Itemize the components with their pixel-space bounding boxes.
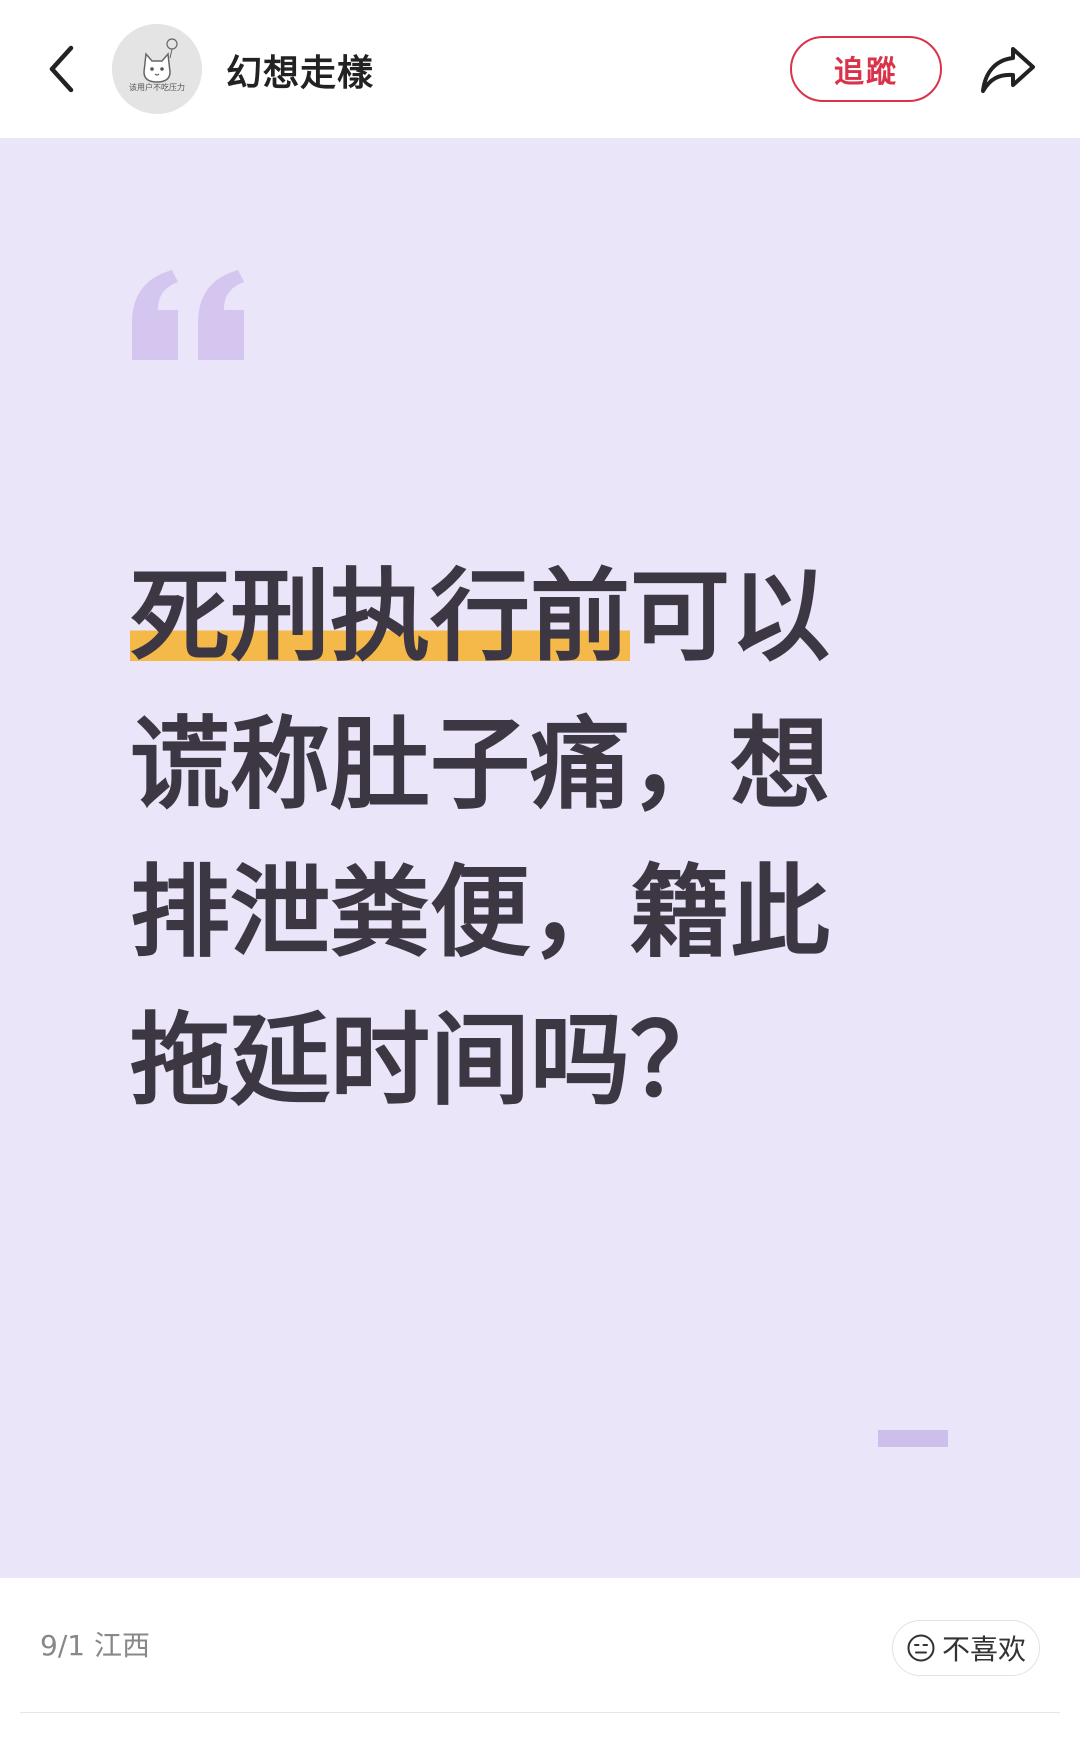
post-date-location: 9/1 江西 <box>40 1629 150 1662</box>
share-button[interactable] <box>976 38 1040 102</box>
headline-line-3: 排泄粪便，籍此 <box>130 854 830 971</box>
headline-highlight: 死刑执行前 <box>130 558 630 675</box>
avatar[interactable]: 该用户不吃压力 <box>112 24 202 114</box>
headline-line-4: 拖延时间吗？ <box>130 1002 730 1119</box>
share-arrow-icon <box>981 47 1035 93</box>
avatar-caption: 该用户不吃压力 <box>129 83 185 92</box>
divider <box>20 1712 1060 1713</box>
dislike-button[interactable]: 不喜欢 <box>892 1620 1040 1676</box>
follow-button[interactable]: 追蹤 <box>790 36 942 102</box>
decorative-bar <box>878 1430 948 1447</box>
headline-line-1: 死刑执行前可以 <box>130 543 930 691</box>
cat-illustration-icon <box>112 24 202 114</box>
neutral-face-icon <box>907 1634 935 1662</box>
back-button[interactable] <box>38 38 84 100</box>
dislike-label: 不喜欢 <box>941 1633 1026 1666</box>
post-headline: 死刑执行前可以 谎称肚子痛，想 排泄粪便，籍此 拖延时间吗？ <box>130 543 930 1135</box>
top-bar: 该用户不吃压力 幻想走樣 追蹤 <box>0 0 1080 138</box>
headline-line-2: 谎称肚子痛，想 <box>130 706 830 823</box>
quotation-mark-icon <box>132 270 244 360</box>
back-arrow-icon <box>49 45 74 93</box>
post-image-card[interactable]: 死刑执行前可以 谎称肚子痛，想 排泄粪便，籍此 拖延时间吗？ <box>0 138 1080 1578</box>
author-name[interactable]: 幻想走樣 <box>226 44 374 96</box>
headline-line-1-rest: 可以 <box>630 558 830 675</box>
